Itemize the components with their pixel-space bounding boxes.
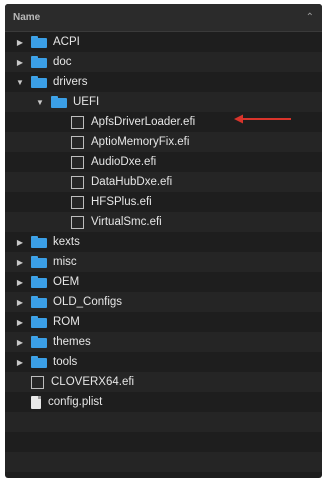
efi-file-icon (71, 215, 84, 229)
efi-file-icon (71, 175, 84, 189)
chevron-up-icon[interactable]: ⌃ (306, 12, 314, 23)
disclosure-collapsed-icon[interactable]: ▶ (15, 337, 25, 347)
disclosure-collapsed-icon[interactable]: ▶ (15, 297, 25, 307)
disclosure-expanded-icon[interactable]: ▼ (35, 97, 45, 107)
folder-icon (31, 296, 47, 308)
item-name: drivers (53, 76, 88, 88)
item-name: DataHubDxe.efi (91, 176, 173, 188)
folder-row[interactable]: ▶ OLD_Configs (5, 292, 322, 312)
item-name: AptioMemoryFix.efi (91, 136, 190, 148)
file-row[interactable]: ▶config.plist (5, 392, 322, 412)
empty-row (5, 452, 322, 472)
disclosure-collapsed-icon[interactable]: ▶ (15, 277, 25, 287)
disclosure-collapsed-icon[interactable]: ▶ (15, 57, 25, 67)
folder-row[interactable]: ▶ ROM (5, 312, 322, 332)
efi-file-icon (71, 195, 84, 209)
item-name: HFSPlus.efi (91, 196, 152, 208)
item-name: kexts (53, 236, 80, 248)
item-name: OLD_Configs (53, 296, 123, 308)
folder-icon (31, 76, 47, 88)
item-name: VirtualSmc.efi (91, 216, 162, 228)
item-name: UEFI (73, 96, 100, 108)
empty-row (5, 432, 322, 452)
disclosure-collapsed-icon[interactable]: ▶ (15, 237, 25, 247)
folder-icon (31, 256, 47, 268)
item-name: ACPI (53, 36, 80, 48)
disclosure-collapsed-icon[interactable]: ▶ (15, 317, 25, 327)
item-name: misc (53, 256, 77, 268)
folder-row[interactable]: ▶ tools (5, 352, 322, 372)
disclosure-collapsed-icon[interactable]: ▶ (15, 257, 25, 267)
column-header[interactable]: Name ⌃ (5, 4, 322, 32)
folder-row[interactable]: ▶ misc (5, 252, 322, 272)
item-name: CLOVERX64.efi (51, 376, 135, 388)
folder-row[interactable]: ▶ kexts (5, 232, 322, 252)
item-name: tools (53, 356, 78, 368)
file-row[interactable]: ▶AudioDxe.efi (5, 152, 322, 172)
folder-icon (31, 56, 47, 68)
disclosure-collapsed-icon[interactable]: ▶ (15, 357, 25, 367)
folder-icon (51, 96, 67, 108)
item-name: config.plist (48, 396, 103, 408)
folder-icon (31, 276, 47, 288)
folder-icon (31, 236, 47, 248)
folder-row[interactable]: ▶ OEM (5, 272, 322, 292)
item-name: doc (53, 56, 72, 68)
disclosure-collapsed-icon[interactable]: ▶ (15, 37, 25, 47)
empty-row (5, 412, 322, 432)
folder-row[interactable]: ▶ themes (5, 332, 322, 352)
file-list: ▶ ACPI ▶ doc ▼ drivers ▼ UEFI ▶ ApfsDriverLoader.… (5, 32, 322, 472)
efi-file-icon (71, 155, 84, 169)
folder-icon (31, 36, 47, 48)
name-column-title[interactable]: Name (13, 12, 40, 23)
item-name: ROM (53, 316, 80, 328)
folder-row[interactable]: ▼ UEFI (5, 92, 322, 112)
plist-file-icon (31, 395, 41, 409)
file-row[interactable]: ▶CLOVERX64.efi (5, 372, 322, 392)
item-name: AudioDxe.efi (91, 156, 157, 168)
efi-file-icon (71, 115, 84, 129)
item-name: themes (53, 336, 91, 348)
red-arrow-icon (234, 114, 291, 124)
disclosure-expanded-icon[interactable]: ▼ (15, 77, 25, 87)
folder-row[interactable]: ▼ drivers (5, 72, 322, 92)
folder-icon (31, 356, 47, 368)
file-row[interactable]: ▶DataHubDxe.efi (5, 172, 322, 192)
file-row[interactable]: ▶AptioMemoryFix.efi (5, 132, 322, 152)
item-name: OEM (53, 276, 80, 288)
folder-icon (31, 316, 47, 328)
file-row[interactable]: ▶HFSPlus.efi (5, 192, 322, 212)
finder-window: Name ⌃ ▶ ACPI ▶ doc ▼ drivers ▼ UEFI ▶ ApfsDriver… (5, 4, 322, 478)
folder-row[interactable]: ▶ ACPI (5, 32, 322, 52)
folder-row[interactable]: ▶ doc (5, 52, 322, 72)
item-name: ApfsDriverLoader.efi (91, 116, 196, 128)
file-row[interactable]: ▶VirtualSmc.efi (5, 212, 322, 232)
efi-file-icon (31, 375, 44, 389)
efi-file-icon (71, 135, 84, 149)
folder-icon (31, 336, 47, 348)
